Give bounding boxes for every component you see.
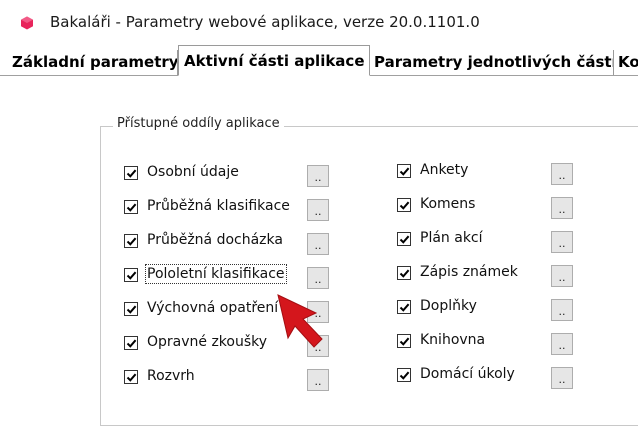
item-label: Pololetní klasifikace xyxy=(145,264,287,284)
item-label: Výchovná opatření xyxy=(147,300,279,316)
tab-aktivni-casti-aplikace[interactable]: Aktivní části aplikace xyxy=(178,45,370,76)
checkbox[interactable] xyxy=(124,370,138,384)
settings-button-prubezna-dochazka[interactable]: .. xyxy=(307,233,329,255)
item-label: Domácí úkoly xyxy=(420,366,515,382)
settings-button-pololetni-klasifikace[interactable]: .. xyxy=(307,267,329,289)
item-label: Průběžná klasifikace xyxy=(147,198,290,214)
checkmark-icon xyxy=(126,203,137,212)
checkmark-icon xyxy=(399,337,410,346)
checkbox[interactable] xyxy=(397,300,411,314)
settings-button-doplnky[interactable]: .. xyxy=(551,299,573,321)
title-bar: Bakaláři - Parametry webové aplikace, ve… xyxy=(0,0,638,44)
checkmark-icon xyxy=(126,271,137,280)
item-label: Ankety xyxy=(420,162,469,178)
settings-button-ankety[interactable]: .. xyxy=(551,163,573,185)
checkmark-icon xyxy=(399,371,410,380)
checkmark-icon xyxy=(399,201,410,210)
red-arrow-pointer-icon xyxy=(277,294,323,348)
checkbox[interactable] xyxy=(124,336,138,350)
settings-button-knihovna[interactable]: .. xyxy=(551,333,573,355)
checkbox[interactable] xyxy=(397,266,411,280)
settings-button-osobni-udaje[interactable]: .. xyxy=(307,165,329,187)
checkbox[interactable] xyxy=(124,166,138,180)
item-label: Opravné zkoušky xyxy=(147,334,268,350)
checkmark-icon xyxy=(399,235,410,244)
checkbox[interactable] xyxy=(397,334,411,348)
checkbox[interactable] xyxy=(124,302,138,316)
checkmark-icon xyxy=(399,167,410,176)
tab-strip: Základní parametry Aktivní části aplikac… xyxy=(0,44,638,76)
group-legend: Přístupné oddíly aplikace xyxy=(113,116,284,131)
checkmark-icon xyxy=(399,303,410,312)
window-title: Bakaláři - Parametry webové aplikace, ve… xyxy=(50,13,480,31)
settings-button-prubezna-klasifikace[interactable]: .. xyxy=(307,199,329,221)
settings-button-domaci-ukoly[interactable]: .. xyxy=(551,367,573,389)
tab-zakladni-parametry[interactable]: Základní parametry xyxy=(8,50,178,75)
checkbox[interactable] xyxy=(397,164,411,178)
checkbox[interactable] xyxy=(397,198,411,212)
item-label: Doplňky xyxy=(420,298,477,314)
item-label: Zápis známek xyxy=(420,264,518,280)
item-label: Osobní údaje xyxy=(147,164,239,180)
checkbox[interactable] xyxy=(397,368,411,382)
item-label: Plán akcí xyxy=(420,230,483,246)
checkbox[interactable] xyxy=(397,232,411,246)
settings-button-rozvrh[interactable]: .. xyxy=(307,369,329,391)
checkmark-icon xyxy=(126,237,137,246)
tab-ko[interactable]: Ko xyxy=(614,50,638,75)
item-label: Komens xyxy=(420,196,476,212)
checkmark-icon xyxy=(126,169,137,178)
checkmark-icon xyxy=(399,269,410,278)
tab-parametry-jednotlivych-casti[interactable]: Parametry jednotlivých částí xyxy=(370,50,614,75)
bakalari-app-icon xyxy=(21,16,33,30)
checkmark-icon xyxy=(126,339,137,348)
item-label: Knihovna xyxy=(420,332,486,348)
checkbox[interactable] xyxy=(124,200,138,214)
item-label: Rozvrh xyxy=(147,368,195,384)
settings-button-zapis-znamek[interactable]: .. xyxy=(551,265,573,287)
checkmark-icon xyxy=(126,373,137,382)
checkbox[interactable] xyxy=(124,234,138,248)
item-label: Průběžná docházka xyxy=(147,232,283,248)
settings-button-plan-akci[interactable]: .. xyxy=(551,231,573,253)
checkbox[interactable] xyxy=(124,268,138,282)
settings-button-komens[interactable]: .. xyxy=(551,197,573,219)
checkmark-icon xyxy=(126,305,137,314)
